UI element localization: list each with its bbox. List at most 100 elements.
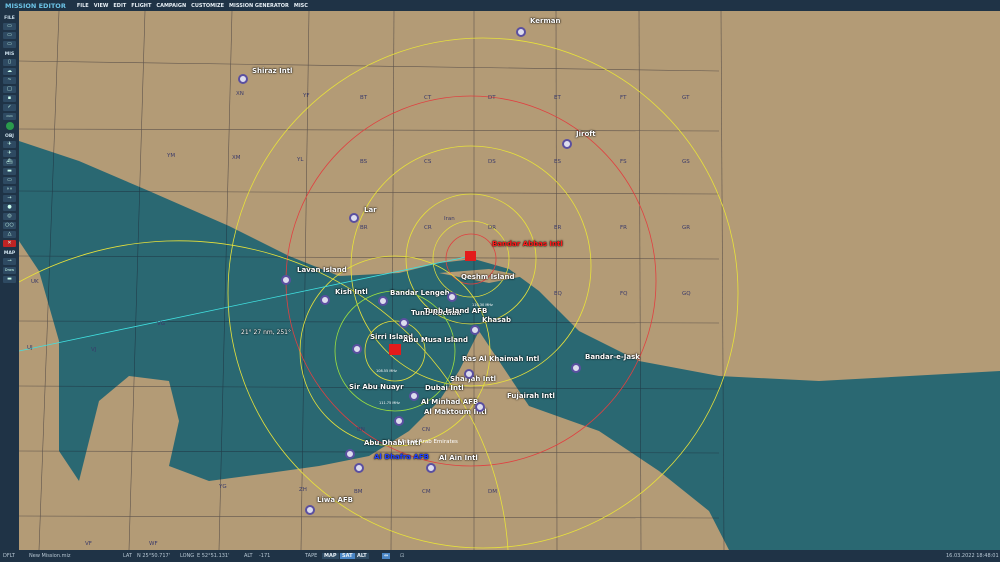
airbase-icon[interactable] bbox=[238, 74, 248, 84]
airbase-icon[interactable] bbox=[394, 416, 404, 426]
airbase-icon[interactable] bbox=[571, 363, 581, 373]
airport-label[interactable]: Liwa AFB bbox=[317, 496, 353, 504]
airport-label[interactable]: Bandar-e-Jask bbox=[585, 353, 640, 361]
tape-button[interactable]: TAPE bbox=[305, 553, 317, 559]
airbase-icon[interactable] bbox=[345, 449, 355, 459]
layers-icon[interactable]: ▬ bbox=[3, 276, 16, 283]
goals-icon[interactable]: □ bbox=[3, 86, 16, 93]
grid-label: CR bbox=[424, 225, 432, 231]
grid-label: FQ bbox=[620, 291, 628, 297]
vehicle-icon[interactable]: ▬ bbox=[3, 168, 16, 175]
airport-label[interactable]: Jiroft bbox=[576, 130, 596, 138]
airport-label[interactable]: Abu Musa Island bbox=[403, 336, 468, 344]
airbase-icon[interactable] bbox=[349, 213, 359, 223]
airport-label[interactable]: Lar bbox=[364, 206, 377, 214]
grid-label: XM bbox=[232, 155, 241, 161]
airbase-icon[interactable] bbox=[470, 325, 480, 335]
grid-label: VJ bbox=[91, 347, 97, 353]
options-icon[interactable]: ▭▭ bbox=[3, 113, 16, 120]
sat-mode-button[interactable]: SAT bbox=[340, 553, 355, 559]
fit-view-icon[interactable]: ⇔ bbox=[382, 553, 391, 559]
check-icon[interactable]: ✓ bbox=[3, 104, 16, 111]
airbase-icon[interactable] bbox=[447, 292, 457, 302]
left-toolbar: FILE ▭ ▭ ▭ MIS ▯ ☁ ~ □ ▪ ✓ ▭▭ OBJ ✈ ✈ ⛴ … bbox=[0, 11, 19, 550]
unit-bandar-abbas bbox=[465, 251, 476, 261]
briefing-icon[interactable]: ▯ bbox=[3, 59, 16, 66]
route-icon[interactable]: → bbox=[3, 195, 16, 202]
plane-icon[interactable]: ✈ bbox=[3, 141, 16, 148]
menu-file[interactable]: FILE bbox=[77, 3, 89, 9]
grid-label: GT bbox=[682, 95, 690, 101]
alt-mode-button[interactable]: ALT bbox=[355, 553, 369, 559]
ruler-icon[interactable]: ⊸ bbox=[3, 258, 16, 265]
airport-label[interactable]: Kish Intl bbox=[335, 288, 368, 296]
airbase-icon[interactable] bbox=[378, 296, 388, 306]
menu-misc[interactable]: MISC bbox=[294, 3, 308, 9]
helicopter-icon[interactable]: ✈ bbox=[3, 150, 16, 157]
delete-icon[interactable]: ✕ bbox=[3, 240, 16, 247]
mission-filename: New Mission.miz bbox=[29, 553, 71, 559]
grid-label: BN bbox=[357, 427, 365, 433]
airbase-icon[interactable] bbox=[305, 505, 315, 515]
nav-point-icon[interactable]: ◎ bbox=[3, 213, 16, 220]
map-mode-button[interactable]: MAP bbox=[322, 553, 339, 559]
grid-label: FR bbox=[620, 225, 627, 231]
screenshot-icon[interactable]: ⊡ bbox=[400, 553, 404, 559]
grid-label: XN bbox=[236, 91, 244, 97]
menu-mission-generator[interactable]: MISSION GENERATOR bbox=[229, 3, 289, 9]
menu-view[interactable]: VIEW bbox=[94, 3, 109, 9]
template-icon[interactable]: ∘∘ bbox=[3, 186, 16, 193]
new-file-icon[interactable]: ▭ bbox=[3, 23, 16, 30]
airbase-icon[interactable] bbox=[475, 402, 485, 412]
airport-label[interactable]: Al Dhafra AFB bbox=[374, 453, 429, 461]
airport-label[interactable]: Lavan Island bbox=[297, 266, 347, 274]
menu-edit[interactable]: EDIT bbox=[113, 3, 126, 9]
airport-label[interactable]: Khasab bbox=[482, 316, 511, 324]
failures-icon[interactable]: ▪ bbox=[3, 95, 16, 102]
airbase-icon[interactable] bbox=[354, 463, 364, 473]
airbase-icon[interactable] bbox=[516, 27, 526, 37]
airport-label[interactable]: Fujairah Intl bbox=[507, 392, 555, 400]
airbase-icon[interactable] bbox=[399, 318, 409, 328]
zone-icon[interactable]: ● bbox=[3, 204, 16, 211]
coalition-icon[interactable] bbox=[5, 122, 14, 130]
grid-label: ER bbox=[554, 225, 562, 231]
airport-label[interactable]: Qeshm Island bbox=[461, 273, 514, 281]
airbase-icon[interactable] bbox=[281, 275, 291, 285]
airbase-icon[interactable] bbox=[352, 344, 362, 354]
airport-label[interactable]: Bandar Lengeh bbox=[390, 289, 450, 297]
country-label: Iran bbox=[444, 216, 455, 222]
grid-label: DM bbox=[488, 489, 497, 495]
triggers-icon[interactable]: ~ bbox=[3, 77, 16, 84]
open-file-icon[interactable]: ▭ bbox=[3, 32, 16, 39]
section-obj: OBJ bbox=[5, 134, 14, 139]
draw-shapes-icon[interactable]: △ bbox=[3, 231, 16, 238]
mode-select[interactable]: DFLT bbox=[3, 553, 15, 559]
airport-label[interactable]: Tunb Island AFB bbox=[424, 307, 487, 315]
grid-label: EQ bbox=[554, 291, 562, 297]
airbase-icon[interactable] bbox=[426, 463, 436, 473]
airbase-icon[interactable] bbox=[464, 369, 474, 379]
airport-label[interactable]: Bandar Abbas Intl bbox=[492, 240, 563, 248]
menu-flight[interactable]: FLIGHT bbox=[131, 3, 151, 9]
grid-label: DR bbox=[488, 225, 497, 231]
airport-label[interactable]: Kerman bbox=[530, 17, 561, 25]
airport-label[interactable]: Shiraz Intl bbox=[252, 67, 292, 75]
airport-label[interactable]: Sir Abu Nuayr bbox=[349, 383, 404, 391]
menu-campaign[interactable]: CAMPAIGN bbox=[156, 3, 186, 9]
save-file-icon[interactable]: ▭ bbox=[3, 41, 16, 48]
map-view[interactable]: Bandar Abbas Intl Kerman Shiraz Intl Jir… bbox=[19, 11, 1000, 550]
airport-label[interactable]: Al Ain Intl bbox=[439, 454, 478, 462]
draw-button[interactable]: Draw bbox=[3, 267, 16, 274]
airbase-icon[interactable] bbox=[562, 139, 572, 149]
static-icon[interactable]: ▭ bbox=[3, 177, 16, 184]
airport-label[interactable]: Dubai Intl bbox=[425, 384, 464, 392]
menu-customize[interactable]: CUSTOMIZE bbox=[191, 3, 224, 9]
ship-icon[interactable]: ⛴ bbox=[3, 159, 16, 166]
airport-label[interactable]: Ras Al Khaimah Intl bbox=[462, 355, 539, 363]
group-icon[interactable]: ○○ bbox=[3, 222, 16, 229]
airbase-icon[interactable] bbox=[409, 391, 419, 401]
weather-icon[interactable]: ☁ bbox=[3, 68, 16, 75]
airbase-icon[interactable] bbox=[320, 295, 330, 305]
airport-label[interactable]: Al Minhad AFB bbox=[421, 398, 478, 406]
